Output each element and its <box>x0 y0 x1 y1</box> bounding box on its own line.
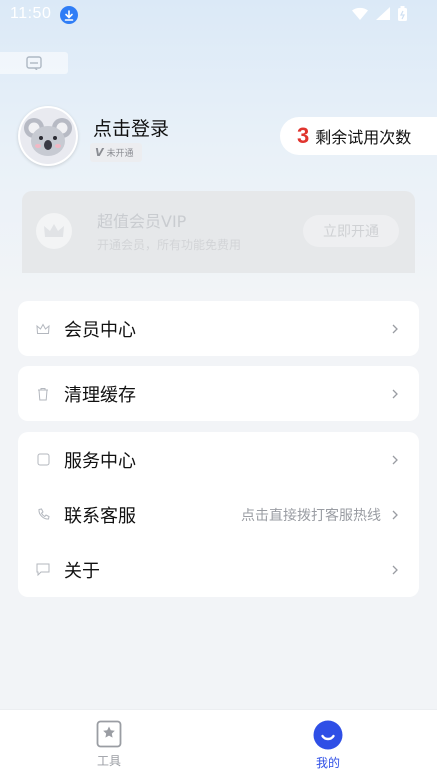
chevron-right-icon <box>392 565 398 574</box>
menu-label-member-center: 会员中心 <box>64 319 136 341</box>
chevron-right-icon <box>392 510 398 519</box>
vip-card-title: 超值会员VIP <box>97 212 187 231</box>
phone-icon <box>36 508 50 522</box>
scan-icon <box>26 56 42 70</box>
menu-item-member-center[interactable]: 会员中心 <box>18 301 419 356</box>
member-center-card: 会员中心 <box>18 301 419 356</box>
clear-cache-card: 清理缓存 <box>18 366 419 421</box>
koala-avatar-icon <box>20 108 76 164</box>
tab-mine[interactable]: 我的 <box>298 720 358 771</box>
status-icons <box>352 6 407 21</box>
crown-icon <box>36 213 72 249</box>
service-icon <box>36 453 50 467</box>
vip-promo-card[interactable]: 超值会员VIP 开通会员，所有功能免费用 立即开通 <box>22 191 415 273</box>
menu-item-contact-service[interactable]: 联系客服 点击直接拨打客服热线 <box>18 487 419 542</box>
trial-label: 剩余试用次数 <box>315 128 412 147</box>
star-bookmark-icon <box>96 720 122 748</box>
menu-label-contact-service: 联系客服 <box>64 505 136 527</box>
menu-item-about[interactable]: 关于 <box>18 542 419 597</box>
smile-icon <box>313 720 343 750</box>
message-icon <box>36 563 50 577</box>
login-link[interactable]: 点击登录 <box>93 114 169 141</box>
tab-tools-label: 工具 <box>96 754 121 768</box>
menu-label-service-center: 服务中心 <box>64 450 136 472</box>
trial-count-pill[interactable]: 3 剩余试用次数 <box>280 117 437 155</box>
avatar[interactable] <box>18 106 78 166</box>
menu-label-about: 关于 <box>64 560 100 582</box>
scan-button[interactable] <box>0 52 68 74</box>
vip-card-subtitle: 开通会员，所有功能免费用 <box>97 238 242 252</box>
contact-hint: 点击直接拨打客服热线 <box>241 507 381 524</box>
trash-icon <box>36 387 50 401</box>
open-vip-button[interactable]: 立即开通 <box>303 215 399 247</box>
crown-icon <box>36 322 50 336</box>
service-card: 服务中心 联系客服 点击直接拨打客服热线 关于 <box>18 432 419 597</box>
bottom-nav: 工具 我的 <box>0 709 437 777</box>
menu-item-service-center[interactable]: 服务中心 <box>18 432 419 487</box>
vip-mark: V <box>95 146 104 159</box>
vip-status-text: 未开通 <box>106 149 134 159</box>
chevron-right-icon <box>392 455 398 464</box>
tab-tools[interactable]: 工具 <box>79 720 139 769</box>
vip-status-badge: V 未开通 <box>90 143 142 162</box>
trial-count: 3 <box>297 123 310 148</box>
menu-item-clear-cache[interactable]: 清理缓存 <box>18 366 419 421</box>
battery-icon <box>398 6 407 21</box>
signal-icon <box>376 7 390 20</box>
chevron-right-icon <box>392 324 398 333</box>
chevron-right-icon <box>392 389 398 398</box>
download-icon <box>60 6 78 24</box>
wifi-icon <box>352 7 368 20</box>
tab-mine-label: 我的 <box>315 756 340 770</box>
status-bar: 11:50 <box>0 0 437 30</box>
menu-label-clear-cache: 清理缓存 <box>64 384 136 406</box>
status-time: 11:50 <box>10 5 52 22</box>
